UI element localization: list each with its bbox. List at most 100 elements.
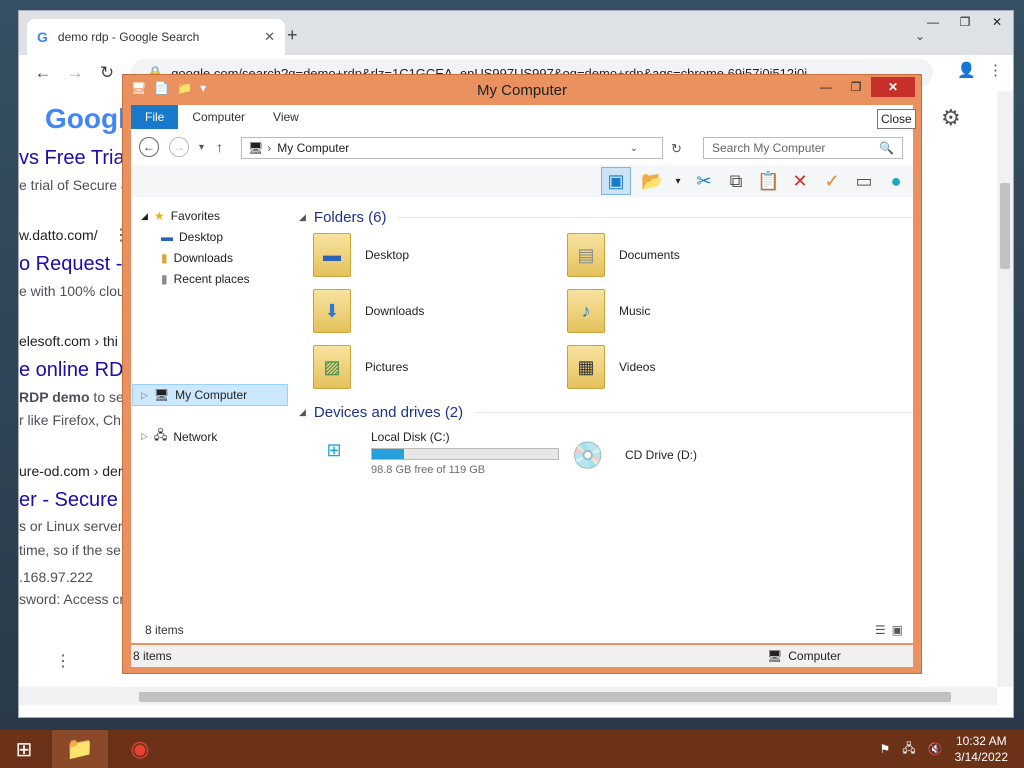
- item-count: 8 items: [145, 623, 184, 637]
- browser-tab[interactable]: G demo rdp - Google Search ✕: [27, 19, 285, 55]
- network-icon[interactable]: 🖧: [902, 739, 915, 760]
- profile-icon[interactable]: 👤: [957, 61, 976, 79]
- nav-label: Recent places: [173, 272, 250, 286]
- back-icon[interactable]: ←: [139, 137, 159, 157]
- cut-icon[interactable]: ✂: [693, 171, 715, 192]
- folder-pictures[interactable]: ▨ Pictures: [313, 345, 408, 389]
- paste-icon[interactable]: 📋: [757, 171, 779, 192]
- address-dropdown-icon[interactable]: ⌄: [630, 143, 638, 154]
- result-title[interactable]: er - Secure: [19, 489, 118, 512]
- drive-c[interactable]: ⊞ Local Disk (C:) 98.8 GB free of 119 GB: [311, 430, 559, 476]
- search-placeholder: Search My Computer: [712, 141, 826, 155]
- result-cite[interactable]: w.datto.com/: [19, 227, 98, 243]
- clock[interactable]: 10:32 AM 3/14/2022: [955, 733, 1008, 765]
- recent-dropdown-icon[interactable]: ▾: [199, 142, 204, 153]
- folders-group-header[interactable]: ◢ Folders (6): [299, 209, 913, 226]
- drive-d[interactable]: 💿 CD Drive (D:): [565, 430, 697, 480]
- maximize-button[interactable]: ❐: [841, 77, 871, 97]
- nav-my-computer[interactable]: ▷ 🖥 My Computer: [132, 384, 288, 406]
- folder-documents[interactable]: ▤ Documents: [567, 233, 680, 277]
- result-title[interactable]: vs Free Trial: [19, 147, 129, 170]
- vertical-scrollbar[interactable]: [997, 91, 1013, 687]
- folder-desktop[interactable]: ▬ Desktop: [313, 233, 409, 277]
- command-bar: ▣ 📂 ▾ ✂ ⧉ 📋 ✕ ✓ ▭ ●: [131, 165, 913, 197]
- documents-folder-icon: ▤: [567, 233, 605, 277]
- search-input[interactable]: Search My Computer 🔍: [703, 137, 903, 159]
- close-button[interactable]: ✕: [871, 77, 915, 97]
- computer-icon: 🖥: [767, 649, 783, 663]
- tab-view[interactable]: View: [259, 105, 313, 129]
- nav-desktop[interactable]: ▬ Desktop: [161, 230, 223, 244]
- nav-downloads[interactable]: ▮ Downloads: [161, 251, 233, 265]
- explorer-window-controls: — ❐ ✕: [811, 77, 915, 97]
- action-center-flag-icon[interactable]: ⚑: [880, 742, 891, 756]
- minimize-button[interactable]: —: [917, 11, 949, 33]
- settings-gear-icon[interactable]: ⚙: [941, 105, 961, 131]
- nav-network[interactable]: ▷ 🖧 Network: [141, 426, 217, 447]
- explorer-window: 🖥 📄 📁 ▾ My Computer — ❐ ✕ Close File Com…: [122, 74, 922, 674]
- expand-arrow-icon[interactable]: ▷: [141, 390, 148, 401]
- nav-label: Downloads: [173, 251, 233, 265]
- collapse-arrow-icon[interactable]: ◢: [299, 212, 306, 223]
- address-bar[interactable]: 🖥 › My Computer ⌄: [241, 137, 663, 159]
- more-icon[interactable]: ⋮: [55, 651, 71, 671]
- refresh-icon[interactable]: ↻: [671, 141, 682, 157]
- result-title[interactable]: o Request -: [19, 253, 122, 276]
- tab-close-icon[interactable]: ✕: [264, 29, 275, 45]
- result-snippet: r like Firefox, Chr: [19, 412, 126, 428]
- folder-music[interactable]: ♪ Music: [567, 289, 650, 333]
- scroll-thumb[interactable]: [139, 692, 951, 702]
- nav-recent-places[interactable]: ▮ Recent places: [161, 272, 250, 286]
- explorer-title-bar[interactable]: 🖥 📄 📁 ▾ My Computer — ❐ ✕: [123, 75, 921, 105]
- large-icons-view-icon[interactable]: ▣: [892, 623, 903, 637]
- drive-label: CD Drive (D:): [625, 448, 697, 462]
- details-view-icon[interactable]: ☰: [875, 623, 886, 637]
- tab-title: demo rdp - Google Search: [57, 30, 200, 44]
- tab-file[interactable]: File: [131, 105, 179, 129]
- file-explorer-taskbar-button[interactable]: 📁: [52, 730, 108, 768]
- minimize-button[interactable]: —: [811, 77, 841, 97]
- back-icon[interactable]: ←: [27, 63, 59, 83]
- collapse-arrow-icon[interactable]: ◢: [299, 407, 306, 418]
- forward-icon[interactable]: →: [59, 63, 91, 83]
- group-divider: [398, 217, 913, 218]
- folder-videos[interactable]: ▦ Videos: [567, 345, 655, 389]
- volume-muted-icon[interactable]: 🔇: [928, 742, 943, 756]
- properties-icon[interactable]: ▭: [853, 171, 875, 192]
- maximize-button[interactable]: ❐: [949, 11, 981, 33]
- folder-downloads[interactable]: ⬇ Downloads: [313, 289, 424, 333]
- window-title: My Computer: [476, 81, 568, 99]
- reload-icon[interactable]: ↻: [91, 63, 123, 83]
- scroll-thumb[interactable]: [1000, 183, 1010, 269]
- tab-computer[interactable]: Computer: [178, 105, 259, 129]
- network-icon: 🖧: [153, 428, 168, 442]
- folder-label: Documents: [619, 248, 680, 262]
- globe-icon[interactable]: ●: [885, 171, 907, 192]
- expand-arrow-icon[interactable]: ◢: [141, 211, 148, 222]
- chrome-taskbar-button[interactable]: ◉: [112, 730, 168, 768]
- preview-pane-icon[interactable]: ▣: [601, 167, 631, 195]
- dropdown-icon[interactable]: ▾: [673, 176, 683, 187]
- delete-icon[interactable]: ✕: [789, 171, 811, 192]
- up-icon[interactable]: ↑: [216, 139, 223, 155]
- result-title[interactable]: e online RDP: [19, 359, 137, 382]
- devices-group-header[interactable]: ◢ Devices and drives (2): [299, 404, 913, 421]
- group-title: Folders (6): [313, 209, 387, 226]
- nav-favorites[interactable]: ◢ ★ Favorites: [141, 209, 220, 223]
- result-cite[interactable]: ure-od.com › der: [19, 463, 122, 479]
- clock-time: 10:32 AM: [955, 734, 1007, 748]
- rename-check-icon[interactable]: ✓: [821, 171, 843, 192]
- desktop-folder-icon: ▬: [313, 233, 351, 277]
- horizontal-scrollbar[interactable]: [19, 687, 997, 705]
- start-button[interactable]: ⊞: [0, 730, 48, 768]
- new-tab-button[interactable]: +: [287, 25, 298, 46]
- chevron-right-icon[interactable]: ›: [267, 141, 271, 155]
- close-button[interactable]: ✕: [981, 11, 1013, 33]
- result-cite[interactable]: elesoft.com › thi: [19, 333, 118, 349]
- copy-icon[interactable]: ⧉: [725, 171, 747, 192]
- check-folder-icon[interactable]: 📂: [641, 171, 663, 192]
- expand-arrow-icon[interactable]: ▷: [141, 431, 148, 442]
- downloads-folder-icon: ⬇: [313, 289, 351, 333]
- menu-icon[interactable]: ⋮: [988, 61, 1003, 79]
- forward-icon[interactable]: →: [169, 137, 189, 157]
